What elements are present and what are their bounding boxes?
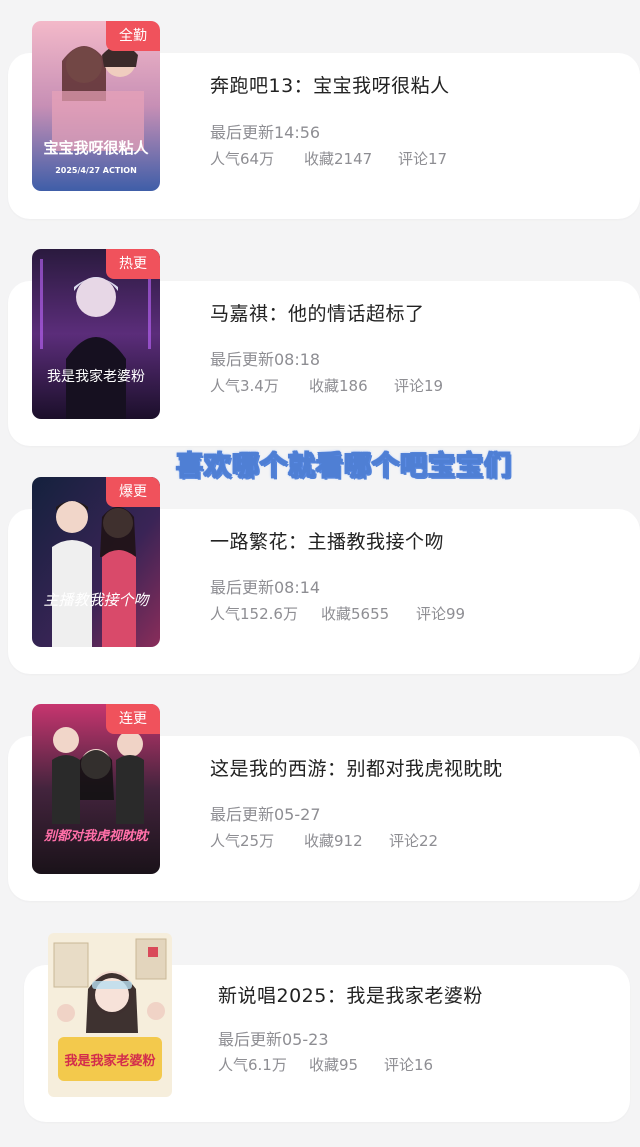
status-badge: 爆更 (106, 477, 160, 507)
status-badge: 热更 (106, 249, 160, 279)
last-updated: 最后更新14:56 (210, 123, 321, 142)
comments-count: 评论16 (384, 1056, 434, 1074)
cover-title-text: 我是我家老婆粉 (47, 368, 145, 385)
favorites-count: 收藏5655 (321, 605, 390, 623)
cover-title-text: 宝宝我呀很粘人 (43, 139, 149, 157)
book-title: 奔跑吧13：宝宝我呀很粘人 (210, 75, 450, 97)
popularity-count: 人气3.4万 (210, 377, 279, 395)
last-updated: 最后更新08:18 (210, 350, 321, 369)
popularity-count: 人气25万 (210, 832, 275, 850)
book-title: 马嘉祺：他的情话超标了 (210, 303, 425, 325)
comments-count: 评论17 (398, 150, 448, 168)
book-stats: 人气64万 收藏2147 评论17 (210, 148, 447, 169)
book-title: 一路繁花：主播教我接个吻 (210, 531, 445, 553)
book-cover[interactable]: 我是我家老婆粉 (48, 933, 172, 1097)
book-cover[interactable]: 宝宝我呀很粘人 2025/4/27 ACTION 全勤 (32, 21, 160, 191)
book-stats: 人气3.4万 收藏186 评论19 (210, 375, 443, 396)
comments-count: 评论19 (394, 377, 444, 395)
cover-art-image: 我是我家老婆粉 (48, 933, 172, 1097)
favorites-count: 收藏186 (309, 377, 368, 395)
last-updated: 最后更新05-27 (210, 805, 321, 824)
popularity-count: 人气152.6万 (210, 605, 298, 623)
favorites-count: 收藏2147 (304, 150, 373, 168)
status-badge: 连更 (106, 704, 160, 734)
popularity-count: 人气6.1万 (218, 1056, 287, 1074)
book-cover[interactable]: 别都对我虎视眈眈 连更 (32, 704, 160, 874)
book-stats: 人气152.6万 收藏5655 评论99 (210, 603, 465, 624)
book-title: 这是我的西游：别都对我虎视眈眈 (210, 758, 503, 780)
book-title: 新说唱2025：我是我家老婆粉 (218, 985, 483, 1007)
cover-title-text: 主播教我接个吻 (43, 591, 150, 609)
favorites-count: 收藏95 (309, 1056, 359, 1074)
popularity-count: 人气64万 (210, 150, 275, 168)
cover-title-text: 我是我家老婆粉 (64, 1053, 155, 1069)
favorites-count: 收藏912 (304, 832, 363, 850)
book-cover[interactable]: 主播教我接个吻 爆更 (32, 477, 160, 647)
book-stats: 人气25万 收藏912 评论22 (210, 830, 438, 851)
cover-subtitle-text: 2025/4/27 ACTION (55, 166, 137, 175)
book-stats: 人气6.1万 收藏95 评论16 (218, 1054, 433, 1075)
overlay-caption: 喜欢哪个就看哪个吧宝宝们 (175, 450, 512, 483)
comments-count: 评论22 (389, 832, 439, 850)
comments-count: 评论99 (416, 605, 466, 623)
last-updated: 最后更新05-23 (218, 1030, 329, 1049)
book-cover[interactable]: 我是我家老婆粉 热更 (32, 249, 160, 419)
cover-title-text: 别都对我虎视眈眈 (43, 828, 150, 844)
status-badge: 全勤 (106, 21, 160, 51)
last-updated: 最后更新08:14 (210, 578, 321, 597)
